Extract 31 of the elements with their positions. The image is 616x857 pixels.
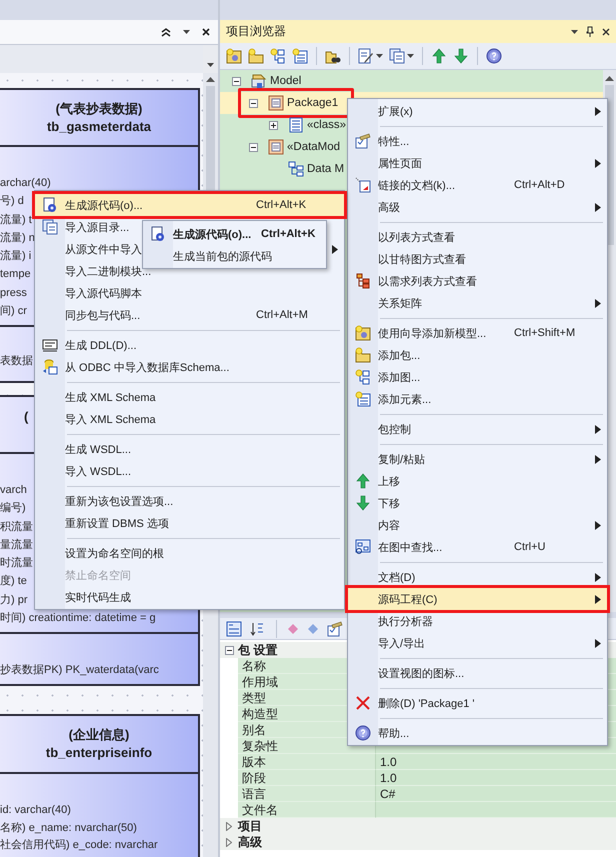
attribute-text: 流量) t	[0, 214, 32, 226]
attribute-text: 量流量	[0, 538, 33, 551]
attribute-text: 间) cr	[0, 305, 27, 318]
table-name: tb_gasmeterdata	[46, 118, 152, 136]
attribute-text: 号) d	[0, 195, 24, 208]
table-title: (企业信息)	[68, 726, 130, 744]
attribute-text: 时流量	[0, 557, 33, 570]
attribute-text: 流量) n	[0, 232, 35, 244]
attribute-text: archar(40)	[0, 177, 51, 189]
attribute-text: 流量) i	[0, 250, 32, 262]
operation-text: 抄表数据PK) PK_waterdata(varc	[0, 664, 159, 676]
property-name: 文件名	[238, 802, 376, 818]
attribute-text: varch	[0, 484, 27, 496]
attribute-text: 编号)	[0, 502, 26, 514]
attribute-text: 力) pr	[0, 594, 28, 606]
attribute-text: tempe	[0, 268, 31, 280]
operation-text: 表数据	[0, 355, 33, 367]
property-name: 阶段	[238, 770, 376, 786]
table-title: (气表抄表数据)	[56, 100, 142, 118]
panel-title: 项目浏览器	[226, 23, 287, 40]
attribute-text: 名称) e_name: nvarchar(50)	[0, 822, 137, 834]
table-title: (	[24, 408, 28, 426]
attribute-text: press	[0, 286, 27, 299]
table-name: tb_enterpriseinfo	[46, 744, 152, 762]
attribute-text: id: varchar(40)	[0, 804, 71, 816]
attribute-text: 度) te	[0, 575, 27, 588]
attribute-text: 时间) creationtime: datetime = g	[0, 612, 156, 624]
attribute-text: 积流量	[0, 520, 33, 533]
attribute-text: 社会信用代码) e_code: nvarchar	[0, 839, 158, 851]
property-name: 版本	[238, 754, 376, 770]
property-name: 语言	[238, 786, 376, 802]
